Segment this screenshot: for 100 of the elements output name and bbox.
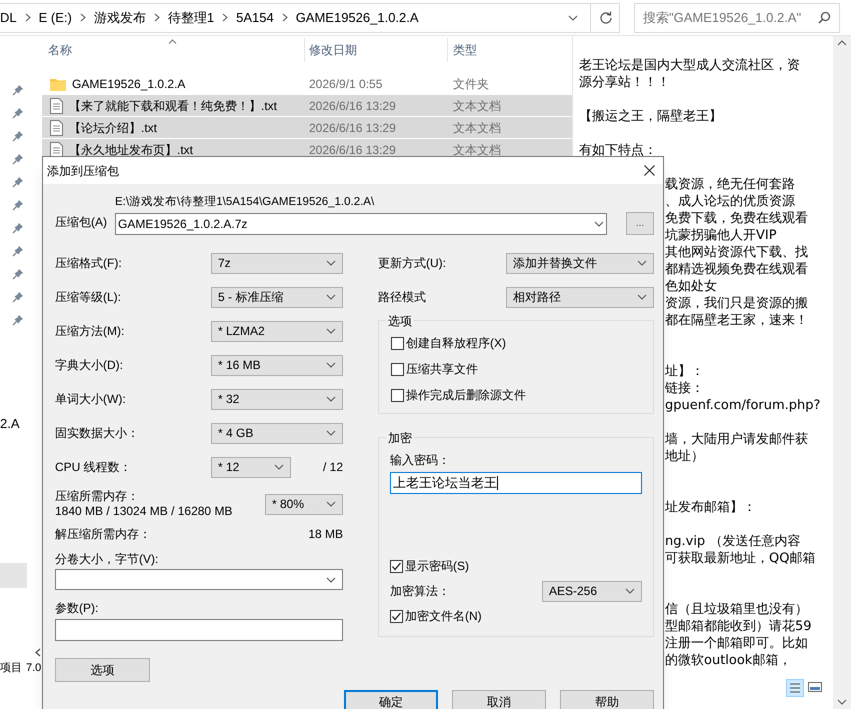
password-field[interactable]: 上老王论坛当老王 (390, 472, 642, 494)
preview-text-line: 都精选视频免费在线观看 (665, 262, 808, 277)
field-label: 更新方式(U): (378, 255, 446, 272)
checkbox[interactable]: 操作完成后删除源文件 (391, 385, 641, 405)
folder-icon (50, 76, 66, 90)
dropdown-select[interactable]: * 80% (265, 494, 343, 514)
pin-icon[interactable] (12, 291, 24, 305)
preview-pane-icon[interactable] (807, 679, 823, 695)
dropdown-select[interactable]: * 16 MB (211, 354, 343, 376)
breadcrumb-item[interactable]: 待整理1 (168, 8, 214, 28)
preview-text-line: 资源，我们只是资源的搬 (665, 296, 808, 311)
pin-icon[interactable] (12, 314, 24, 328)
pin-icon[interactable] (12, 153, 24, 167)
archive-label: 压缩包(A) (55, 214, 108, 231)
breadcrumb-item[interactable]: 游戏发布 (94, 8, 146, 28)
document-icon (50, 120, 63, 136)
preview-text-line: 源分享站！！！ (579, 75, 670, 90)
file-row[interactable]: GAME19526_1.0.2.A 2026/9/1 0:55 文件夹 (42, 73, 572, 94)
dropdown-select[interactable]: * 12 (211, 456, 291, 478)
archive-path: E:\游戏发布\待整理1\5A154\GAME19526_1.0.2.A\ (115, 195, 376, 209)
preview-text-line: 信（且垃圾箱里也没有） (665, 602, 808, 617)
search-field[interactable]: 搜索"GAME19526_1.0.2.A" (634, 2, 840, 32)
dropdown-select[interactable]: 添加并替换文件 (506, 252, 654, 274)
preview-text-line: 注册一个邮箱即可。比如 (665, 636, 808, 651)
column-header[interactable]: 名称 (42, 38, 305, 62)
address-bar[interactable]: DL E (E:) 游戏发布 待整理1 5A154 GAME19526_1.0.2.A (0, 2, 620, 32)
file-name: 【论坛介绍】.txt (69, 120, 158, 136)
file-name: 【来了就能下载和观看！纯免费！】.txt (69, 98, 278, 114)
pin-icon[interactable] (12, 268, 24, 282)
field-label: 解压缩所需内存： (55, 526, 151, 543)
field-label: CPU 线程数： (55, 459, 133, 476)
checkbox[interactable]: 创建自释放程序(X) (391, 333, 641, 353)
pin-icon[interactable] (12, 245, 24, 259)
preview-text-line: 链接： (665, 381, 704, 396)
dialog-button[interactable]: 帮助 (560, 690, 654, 709)
browse-button[interactable]: ... (626, 212, 654, 235)
volume-size-field[interactable] (55, 569, 343, 590)
preview-text-line: 载资源，绝无任何套路 (665, 177, 795, 192)
pin-icon[interactable] (12, 176, 24, 190)
group-title: 加密 (386, 430, 414, 446)
preview-text-line: 【搬运之王，隔壁老王】 (579, 109, 722, 124)
field-label: 压缩等级(L): (55, 289, 121, 306)
pin-icon[interactable] (12, 199, 24, 213)
details-view-icon[interactable] (786, 679, 804, 697)
dialog-button[interactable]: 确定 (344, 690, 438, 709)
dialog-button[interactable]: 取消 (452, 690, 546, 709)
breadcrumb-item[interactable]: E (E:) (38, 8, 72, 28)
scroll-left-icon[interactable] (35, 648, 41, 657)
search-icon (818, 11, 831, 24)
preview-text-line: 免费下载，免费在线观看 (665, 211, 808, 226)
field-label: 加密算法： (390, 583, 450, 600)
breadcrumb-item[interactable]: DL (0, 8, 17, 28)
pin-icon[interactable] (12, 107, 24, 121)
sort-caret-icon (168, 39, 177, 44)
file-name: 【永久地址发布页】.txt (69, 142, 194, 158)
file-date: 2026/6/16 13:29 (308, 142, 397, 158)
preview-text-line: 的微软outlook邮箱， (665, 653, 792, 668)
preview-text-line: 、成人论坛的优质资源 (665, 194, 795, 209)
memory-value: 18 MB (308, 526, 343, 543)
refresh-icon[interactable] (599, 10, 613, 24)
file-type: 文本文档 (452, 98, 502, 114)
breadcrumb-item[interactable]: 5A154 (236, 8, 274, 28)
dropdown-select[interactable]: * LZMA2 (211, 320, 343, 342)
preview-text-line: 有如下特点： (579, 143, 657, 158)
field-label: 输入密码： (390, 452, 451, 468)
breadcrumb-item[interactable]: GAME19526_1.0.2.A (296, 8, 419, 28)
scrollbar[interactable] (833, 36, 851, 709)
field-label: 压缩所需内存： (55, 489, 140, 504)
chevron-right-icon (282, 13, 288, 22)
file-type: 文本文档 (452, 142, 502, 158)
parameters-field[interactable] (55, 619, 343, 641)
field-label: 路径模式 (378, 289, 426, 306)
document-icon (50, 98, 63, 114)
file-date: 2026/6/16 13:29 (308, 120, 397, 136)
field-label: 压缩方法(M): (55, 323, 124, 340)
dropdown-select[interactable]: 5 - 标准压缩 (211, 286, 343, 308)
field-label: 固实数据大小： (55, 425, 139, 442)
pin-icon[interactable] (12, 84, 24, 98)
preview-text-line: 坑蒙拐骗他人开VIP (665, 228, 777, 243)
pin-icon[interactable] (12, 222, 24, 236)
column-header[interactable]: 类型 (448, 38, 568, 62)
column-header[interactable]: 修改日期 (305, 38, 448, 62)
dropdown-select[interactable]: 相对路径 (506, 286, 654, 308)
field-label: 压缩格式(F): (55, 255, 122, 272)
dropdown-select[interactable]: 7z (211, 252, 343, 274)
checkbox[interactable]: 显示密码(S) (390, 556, 642, 576)
dropdown-select[interactable]: * 4 GB (211, 422, 343, 444)
pin-icon[interactable] (12, 130, 24, 144)
checkbox[interactable]: 压缩共享文件 (391, 359, 641, 379)
dropdown-select[interactable]: * 32 (211, 388, 343, 410)
file-row[interactable]: 【论坛介绍】.txt 2026/6/16 13:29 文本文档 (42, 117, 572, 138)
dropdown-select[interactable]: AES-256 (542, 580, 642, 602)
dialog-title: 添加到压缩包 (47, 162, 119, 180)
close-icon[interactable] (644, 165, 655, 176)
total-size-text: 7.0 (26, 661, 42, 675)
file-row[interactable]: 【来了就能下载和观看！纯免费！】.txt 2026/6/16 13:29 文本文档 (42, 95, 572, 116)
field-label: 分卷大小，字节(V): (55, 551, 160, 567)
checkbox[interactable]: 加密文件名(N) (390, 606, 642, 626)
archive-name-field[interactable]: GAME19526_1.0.2.A.7z (115, 212, 607, 234)
options-button[interactable]: 选项 (55, 658, 150, 682)
